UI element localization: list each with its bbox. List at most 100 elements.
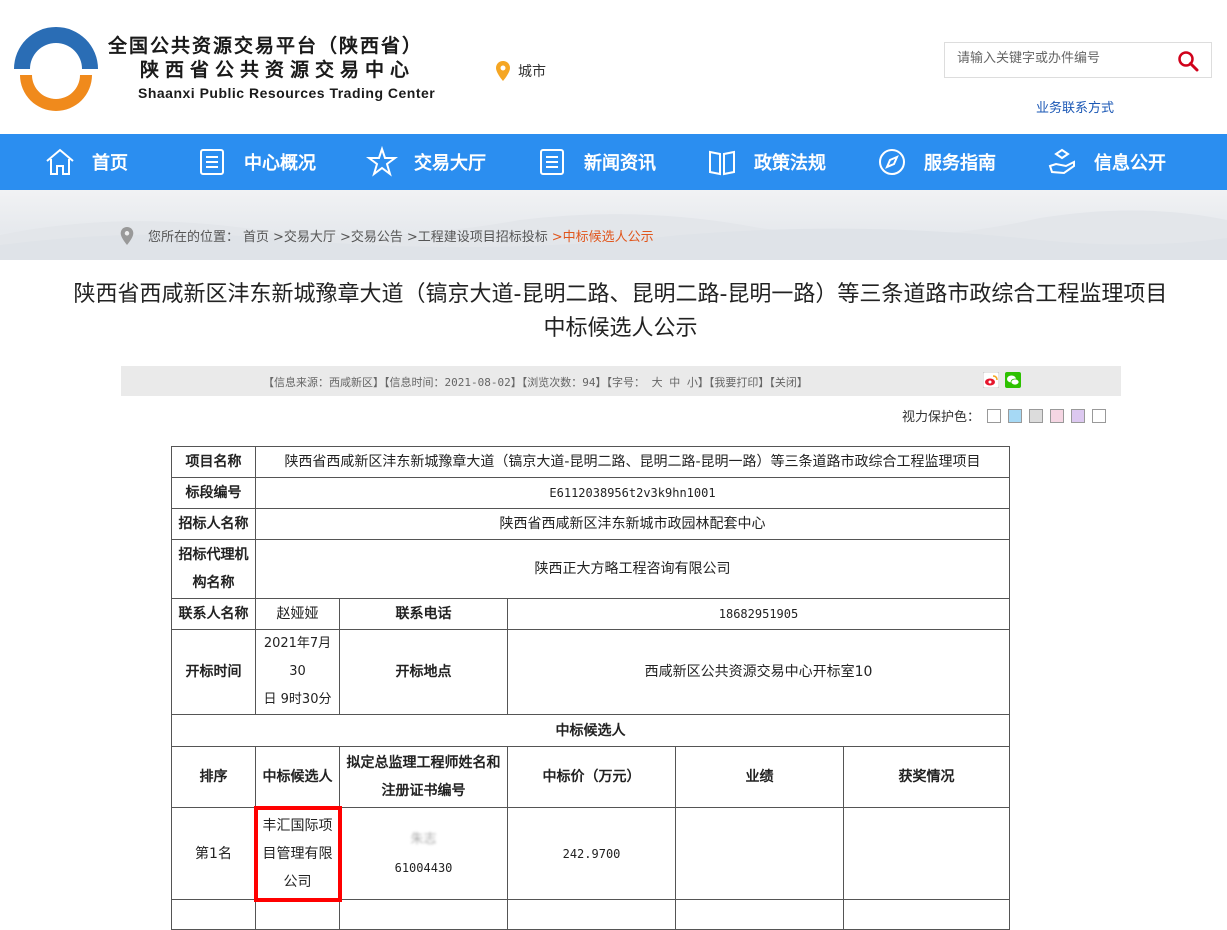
logo-english: Shaanxi Public Resources Trading Center [138,85,436,101]
location-pin-icon [120,226,134,245]
eye-care-swatch[interactable] [1071,408,1086,423]
performance-cell [675,807,844,900]
col-engineer-line-2: 注册证书编号 [381,783,466,799]
logo-icon[interactable] [10,25,102,111]
engineer-cell: 朱志 61004430 [339,807,508,900]
search-icon[interactable] [1177,50,1199,72]
col-rank: 排序 [171,746,256,808]
breadcrumb-prefix: 您所在的位置： [148,230,240,245]
nav-label: 首页 [92,153,128,174]
engineer-cert: 61004430 [394,860,453,875]
phone-value: 18682951905 [507,598,1010,630]
agency-label-line-1: 招标代理机 [178,547,249,563]
table-row: 招标人名称 陕西省西咸新区沣东新城市政园林配套中心 [171,508,1010,540]
info-bar: 【信息来源：西咸新区】【信息时间：2021-08-02】【浏览次数：94】【字号… [121,366,1121,396]
empty-cell [843,899,1010,930]
eye-care-selector: 视力保护色： [902,406,1107,425]
nav-item-trading-hall[interactable]: 交易大厅 [366,134,486,190]
nav-item-service-guide[interactable]: 服务指南 [876,134,996,190]
col-engineer: 拟定总监理工程师姓名和 注册证书编号 [339,746,508,808]
document-icon [200,149,224,175]
table-row: 第1名 丰汇国际项 目管理有限 公司 朱志 61004430 242.9700 [171,805,1010,902]
breadcrumb-home[interactable]: 首页 [243,226,269,245]
agency-value: 陕西正大方略工程咨询有限公司 [255,539,1010,599]
empty-cell [675,899,844,930]
contact-value: 赵娅娅 [255,598,340,630]
table-row: 招标代理机 构名称 陕西正大方略工程咨询有限公司 [171,539,1010,599]
breadcrumb-construction-bidding[interactable]: >工程建设项目招标投标 [407,226,548,245]
table-row: 标段编号 E6112038956t2v3k9hn1001 [171,477,1010,509]
open-place-label: 开标地点 [339,629,508,715]
breadcrumb-current: >中标候选人公示 [551,230,654,245]
eye-care-swatch[interactable] [1008,408,1023,423]
nav-item-home[interactable]: 首页 [44,134,128,190]
info-bar-text[interactable]: 【信息来源：西咸新区】【信息时间：2021-08-02】【浏览次数：94】【字号… [263,374,808,390]
open-time-line-2: 日 9时30分 [263,692,332,707]
location-pin-icon [496,61,510,81]
list-icon [540,149,564,175]
title-line-2: 中标候选人公示 [543,316,698,341]
phone-label: 联系电话 [339,598,508,630]
col-engineer-line-1: 拟定总监理工程师姓名和 [346,755,501,771]
search-input[interactable] [955,50,1159,67]
title-line-1: 陕西省西咸新区沣东新城豫章大道（镐京大道-昆明二路、昆明二路-昆明一路）等三条道… [73,282,1168,307]
breadcrumb-announcements[interactable]: >交易公告 [340,226,403,245]
table-row: 中标候选人 [171,714,1010,747]
candidates-header: 中标候选人 [171,714,1010,747]
col-price: 中标价（万元） [507,746,676,808]
bid-info-table: 项目名称 陕西省西咸新区沣东新城豫章大道（镐京大道-昆明二路、昆明二路-昆明一路… [171,446,1010,930]
empty-cell [507,899,676,930]
share-icons [983,372,1021,388]
logo-subtitle: 陕西省公共资源交易中心 [140,59,416,81]
candidate-line-1: 丰汇国际项 [262,817,333,834]
search-box [944,42,1212,78]
book-icon [709,150,735,176]
nav-item-center-overview[interactable]: 中心概况 [196,134,316,190]
city-label: 城市 [518,64,546,80]
logo-text: 全国公共资源交易平台（陕西省） 陕西省公共资源交易中心 Shaanxi Publ… [108,34,435,104]
nav-item-news[interactable]: 新闻资讯 [536,134,656,190]
hand-icon [1048,148,1075,175]
business-contact-link[interactable]: 业务联系方式 [1036,97,1114,116]
home-icon [46,148,74,175]
table-row: 联系人名称 赵娅娅 联系电话 18682951905 [171,598,1010,630]
nav-label: 政策法规 [754,153,826,174]
empty-cell [339,899,508,930]
agency-label-line-2: 构名称 [192,575,235,591]
section-no-label: 标段编号 [171,477,256,509]
eye-care-swatch[interactable] [1029,408,1044,423]
nav-label: 信息公开 [1094,153,1166,174]
project-name-value: 陕西省西咸新区沣东新城豫章大道（镐京大道-昆明二路、昆明二路-昆明一路）等三条道… [255,446,1010,478]
col-candidate: 中标候选人 [255,746,340,808]
empty-cell [171,899,256,930]
price-cell: 242.9700 [507,807,676,900]
tenderer-value: 陕西省西咸新区沣东新城市政园林配套中心 [255,508,1010,540]
weibo-icon[interactable] [983,372,999,388]
page-title: 陕西省西咸新区沣东新城豫章大道（镐京大道-昆明二路、昆明二路-昆明一路）等三条道… [14,278,1227,346]
table-row: 项目名称 陕西省西咸新区沣东新城豫章大道（镐京大道-昆明二路、昆明二路-昆明一路… [171,446,1010,478]
section-no-value: E6112038956t2v3k9hn1001 [255,477,1010,509]
table-row: 开标时间 2021年7月30 日 9时30分 开标地点 西咸新区公共资源交易中心… [171,629,1010,715]
city-selector[interactable]: 城市 [496,61,546,81]
nav-item-info-disclosure[interactable]: 信息公开 [1046,134,1166,190]
table-header-row: 排序 中标候选人 拟定总监理工程师姓名和 注册证书编号 中标价（万元） 业绩 获… [171,746,1010,808]
eye-care-swatch[interactable] [1050,408,1065,423]
empty-cell [255,899,340,930]
awards-cell [843,807,1010,900]
contact-label: 联系人名称 [171,598,256,630]
main-nav: 首页 中心概况 交易大厅 新闻资讯 政策法规 服务指南 信息公开 [0,134,1227,190]
nav-label: 交易大厅 [414,153,486,174]
rank-cell: 第1名 [171,807,256,900]
agency-label: 招标代理机 构名称 [171,539,256,599]
breadcrumb-trading-hall[interactable]: >交易大厅 [273,226,336,245]
site-header: 全国公共资源交易平台（陕西省） 陕西省公共资源交易中心 Shaanxi Publ… [0,0,1227,134]
candidate-line-3: 公司 [283,873,312,890]
eye-care-swatch[interactable] [987,408,1002,423]
tenderer-label: 招标人名称 [171,508,256,540]
nav-item-policies[interactable]: 政策法规 [706,134,826,190]
wechat-icon[interactable] [1005,372,1021,388]
eye-care-swatch[interactable] [1092,408,1107,423]
open-time-value: 2021年7月30 日 9时30分 [255,629,340,715]
breadcrumb: 您所在的位置： 首页 >交易大厅 >交易公告 >工程建设项目招标投标 >中标候选… [120,226,654,245]
candidate-cell: 丰汇国际项 目管理有限 公司 [253,805,342,902]
